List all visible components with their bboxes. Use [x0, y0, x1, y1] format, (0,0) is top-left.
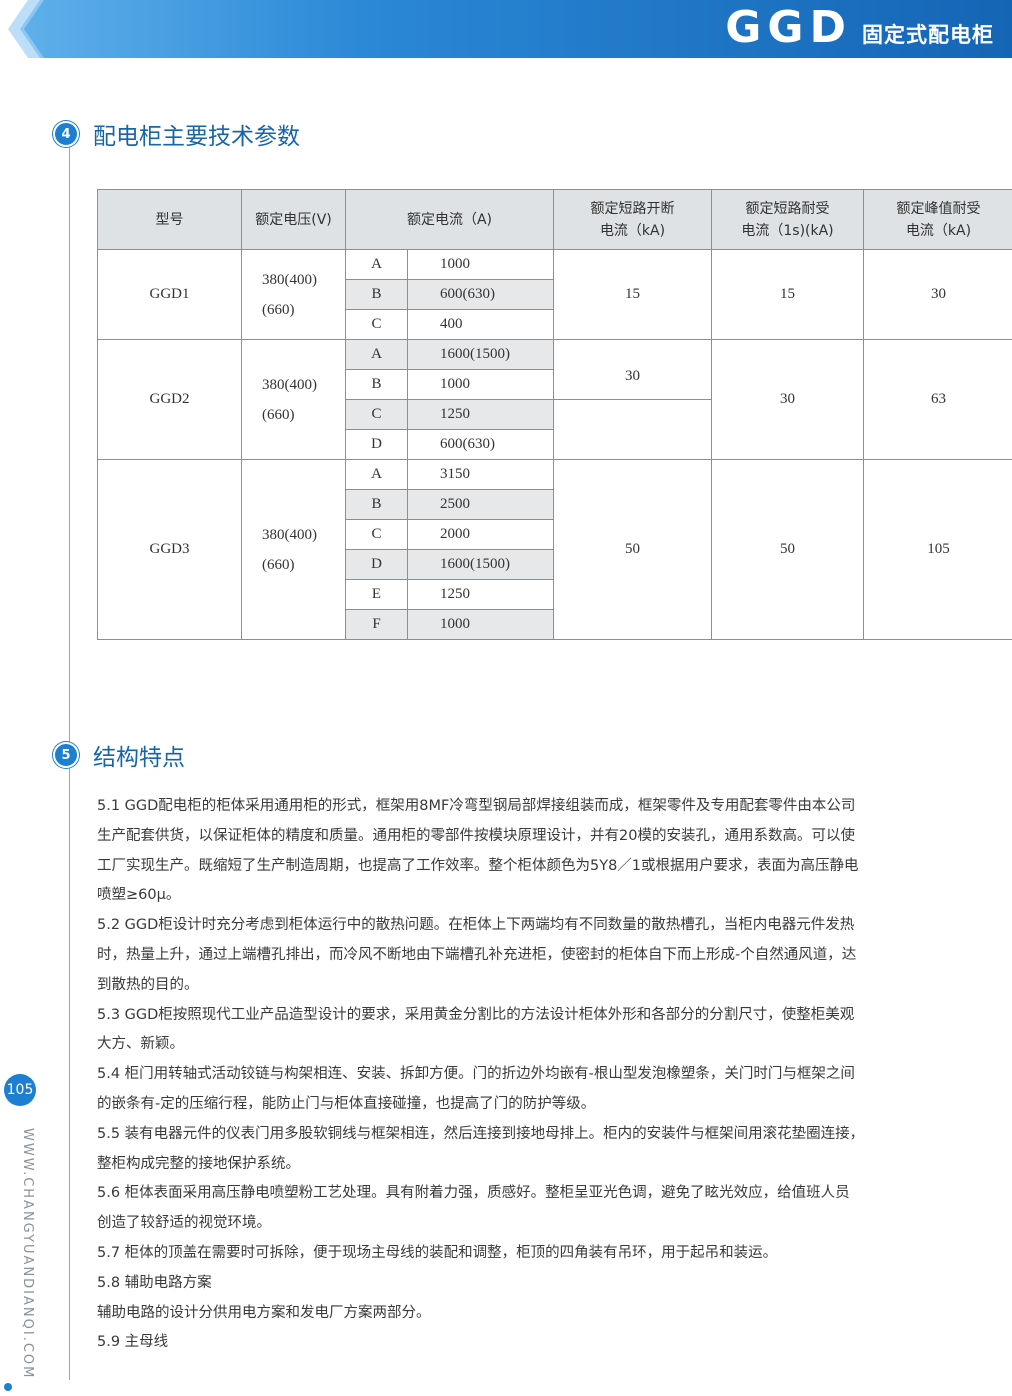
peak-cell: 105 — [863, 459, 1012, 640]
body-line: 5.7 柜体的顶盖在需要时可拆除，便于现场主母线的装配和调整，柜顶的四角装有吊环… — [97, 1244, 778, 1261]
body-line: 整柜构成完整的接地保护系统。 — [97, 1155, 300, 1172]
table-row: GGD1 380(400) (660) A 1000 15 15 30 — [97, 249, 1012, 340]
tech-params-table: 型号 额定电压(V) 额定电流（A) 额定短路开断 电流（kA) 额定短路耐受 电流… — [97, 189, 1012, 640]
body-line: 5.1 GGD配电柜的柜体采用通用柜的形式，框架用8MF冷弯型钢局部焊接组装而成… — [97, 798, 856, 814]
class-cell: C — [345, 519, 408, 550]
breaking-cell: 15 — [553, 249, 713, 340]
body-line: 大方、新颖。 — [97, 1036, 184, 1053]
header-withstand: 额定短路耐受 电流（1s)(kA) — [711, 189, 865, 250]
section-number-badge: 5 — [53, 742, 79, 768]
side-url-text: WWW.CHANGYUANDIANQI.COM — [20, 1128, 35, 1380]
current-cell: 1000 — [406, 609, 555, 640]
header-subtitle: 固定式配电柜 — [862, 23, 994, 47]
current-cell: 400 — [406, 309, 555, 340]
current-cell: 600(630) — [406, 279, 555, 310]
page-number-badge: 105 — [4, 1074, 36, 1106]
body-line: 工厂实现生产。既缩短了生产制造周期，也提高了工作效率。整个柜体颜色为5Y8／1或… — [97, 857, 859, 874]
class-cell: D — [345, 549, 408, 580]
model-cell: GGD1 — [97, 249, 242, 340]
class-cell: A — [345, 249, 408, 280]
class-cell: B — [345, 369, 408, 400]
withstand-cell: 50 — [711, 459, 865, 640]
header-banner: GGD 固定式配电柜 — [0, 0, 1012, 58]
current-cell: 1000 — [406, 249, 555, 280]
brand-name: GGD — [725, 2, 852, 53]
header-voltage: 额定电压(V) — [241, 189, 346, 250]
body-line: 时，热量上升，通过上端槽孔排出，而冷风不断地由下端槽孔补充进柜，使密封的柜体自下… — [97, 946, 857, 963]
current-cell: 1000 — [406, 369, 555, 400]
body-line: 生产配套供货，以保证柜体的精度和质量。通用柜的零部件按模块原理设计，并有20模的… — [97, 827, 855, 844]
breaking-cell-spacer — [553, 399, 713, 460]
body-line: 5.2 GGD柜设计时充分考虑到柜体运行中的散热问题。在柜体上下两端均有不同数量… — [97, 917, 855, 934]
header-peak: 额定峰值耐受 电流（kA) — [863, 189, 1012, 250]
body-line: 的嵌条有-定的压缩行程，能防止门与柜体直接碰撞，也提高了门的防护等级。 — [97, 1095, 596, 1112]
table-row: GGD2 380(400) (660) A 1600(1500) 30 30 63 — [97, 339, 1012, 460]
peak-cell: 30 — [863, 249, 1012, 340]
body-line: 5.9 主母线 — [97, 1334, 169, 1351]
class-cell: B — [345, 279, 408, 310]
current-cell: 1250 — [406, 399, 555, 430]
class-cell: A — [345, 339, 408, 370]
current-cell: 1250 — [406, 579, 555, 610]
current-cell: 3150 — [406, 459, 555, 490]
withstand-cell: 30 — [711, 339, 865, 460]
section-title: 配电柜主要技术参数 — [93, 124, 300, 150]
body-line: 5.8 辅助电路方案 — [97, 1274, 212, 1291]
body-line: 5.6 柜体表面采用高压静电喷塑粉工艺处理。具有附着力强，质感好。整柜呈亚光色调… — [97, 1185, 850, 1202]
class-cell: A — [345, 459, 408, 490]
body-line: 创造了较舒适的视觉环境。 — [97, 1215, 271, 1232]
class-cell: D — [345, 429, 408, 460]
section-4-heading: 4 配电柜主要技术参数 — [53, 117, 300, 151]
current-cell: 2500 — [406, 489, 555, 520]
peak-cell: 63 — [863, 339, 1012, 460]
breaking-cell: 50 — [553, 459, 713, 640]
current-cell: 1600(1500) — [406, 339, 555, 370]
header-current: 额定电流（A) — [344, 189, 555, 250]
header-breaking: 额定短路开断 电流（kA) — [553, 189, 713, 250]
body-line: 5.4 柜门用转轴式活动铰链与构架相连、安装、拆卸方便。门的折边外均嵌有-根山型… — [97, 1066, 855, 1083]
current-cell: 2000 — [406, 519, 555, 550]
voltage-cell: 380(400) (660) — [241, 459, 346, 640]
model-cell: GGD3 — [97, 459, 242, 640]
body-line: 5.3 GGD柜按照现代工业产品造型设计的要求，采用黄金分割比的方法设计柜体外形… — [97, 1006, 855, 1023]
withstand-cell: 15 — [711, 249, 865, 340]
class-cell: C — [345, 399, 408, 430]
class-cell: F — [345, 609, 408, 640]
section-title: 结构特点 — [93, 745, 185, 771]
section-number-badge: 4 — [53, 121, 79, 147]
section-5-heading: 5 结构特点 — [53, 738, 185, 772]
structure-text: 5.1 GGD配电柜的柜体采用通用柜的形式，框架用8MF冷弯型钢局部焊接组装而成… — [97, 792, 1012, 1358]
voltage-cell: 380(400) (660) — [241, 339, 346, 460]
class-cell: E — [345, 579, 408, 610]
body-line: 5.5 装有电器元件的仪表门用多股软铜线与框架相连，然后连接到接地母排上。柜内的… — [97, 1125, 865, 1142]
body-line: 喷塑≥60μ。 — [97, 887, 181, 904]
model-cell: GGD2 — [97, 339, 242, 460]
class-cell: C — [345, 309, 408, 340]
current-cell: 600(630) — [406, 429, 555, 460]
bullet-dot-icon — [4, 1383, 12, 1391]
class-cell: B — [345, 489, 408, 520]
body-line: 到散热的目的。 — [97, 976, 199, 993]
header-model: 型号 — [97, 189, 242, 250]
current-cell: 1600(1500) — [406, 549, 555, 580]
table-header-row: 型号 额定电压(V) 额定电流（A) 额定短路开断 电流（kA) 额定短路耐受 电流… — [97, 189, 1012, 250]
body-line: 辅助电路的设计分供用电方案和发电厂方案两部分。 — [97, 1304, 431, 1321]
voltage-cell: 380(400) (660) — [241, 249, 346, 340]
table-row: GGD3 380(400) (660) A 3150 50 50 105 — [97, 459, 1012, 640]
header-title: GGD 固定式配电柜 — [725, 4, 994, 52]
breaking-cell: 30 — [553, 339, 713, 400]
